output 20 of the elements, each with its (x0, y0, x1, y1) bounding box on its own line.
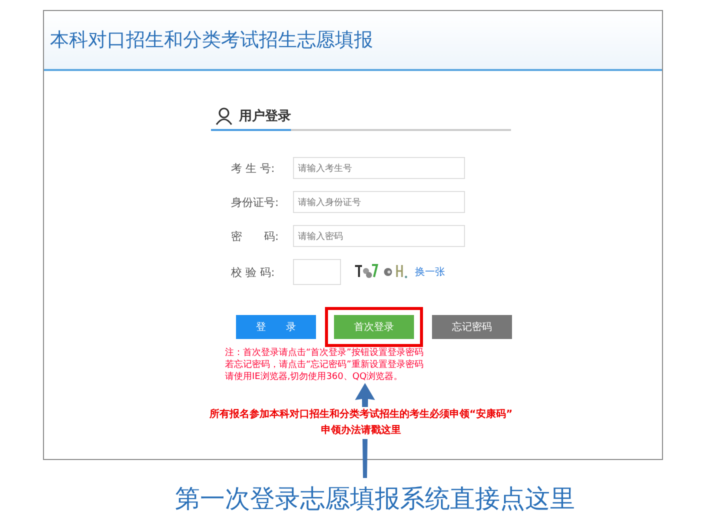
refresh-captcha-link[interactable]: 换一张 (415, 265, 445, 279)
login-button[interactable]: 忘记密码 (432, 315, 512, 339)
field-label: 身份证号: (231, 194, 280, 210)
note-text: 若忘记密码，请点击“忘记密码”重新设置登录密码 (225, 359, 424, 371)
field-label: 考 生 号: (231, 160, 276, 176)
input-field[interactable]: 请输入考生号 (293, 157, 465, 179)
input-field[interactable]: 请输入身份证号 (293, 191, 465, 213)
field-label: 校 验 码: (231, 264, 276, 280)
captcha-field[interactable] (293, 259, 341, 285)
user-icon (215, 107, 233, 125)
notice-text: 申领办法请戳这里 (321, 423, 401, 439)
login-heading: 用户登录 (239, 108, 291, 125)
notice-text: 所有报名参加本科对口招生和分类考试招生的考生必须申领“安康码” (209, 407, 513, 423)
note-text: 注：首次登录请点击“首次登录”按钮设置登录密码 (225, 347, 424, 359)
login-button[interactable]: 首次登录 (334, 315, 414, 339)
login-button[interactable]: 登 录 (236, 315, 316, 339)
input-field[interactable]: 请输入密码 (293, 225, 465, 247)
page-title: 本科对口招生和分类考试招生志愿填报 (50, 28, 373, 53)
field-label: 密 码: (231, 228, 280, 244)
annotation-caption: 第一次登录志愿填报系统直接点这里 (174, 483, 576, 515)
